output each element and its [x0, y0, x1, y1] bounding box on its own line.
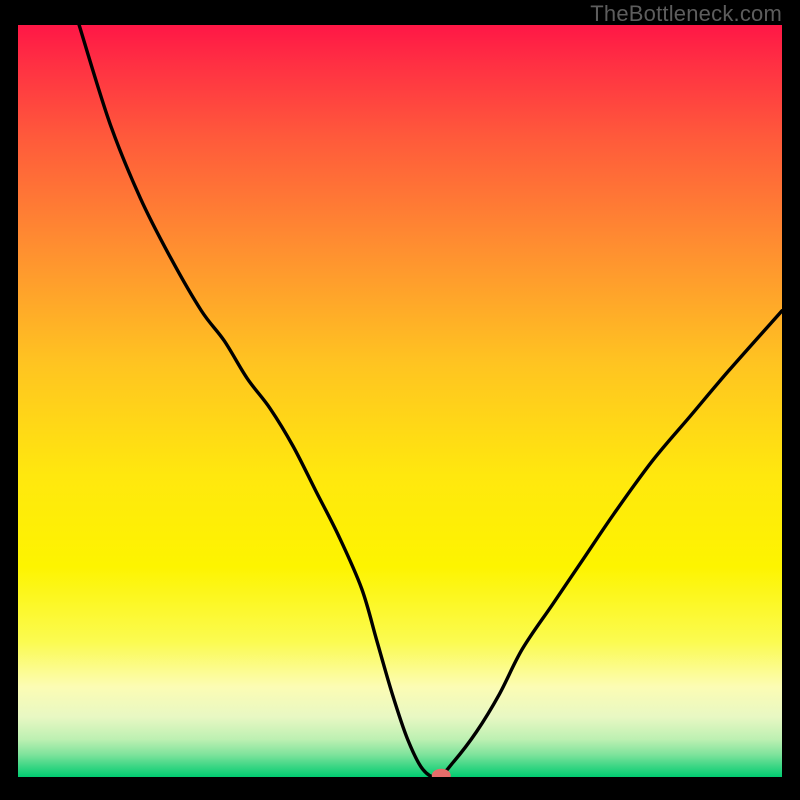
curve-overlay	[18, 25, 782, 777]
watermark: TheBottleneck.com	[590, 0, 782, 27]
chart-frame: TheBottleneck.com	[0, 0, 800, 800]
plot-area	[18, 25, 782, 777]
